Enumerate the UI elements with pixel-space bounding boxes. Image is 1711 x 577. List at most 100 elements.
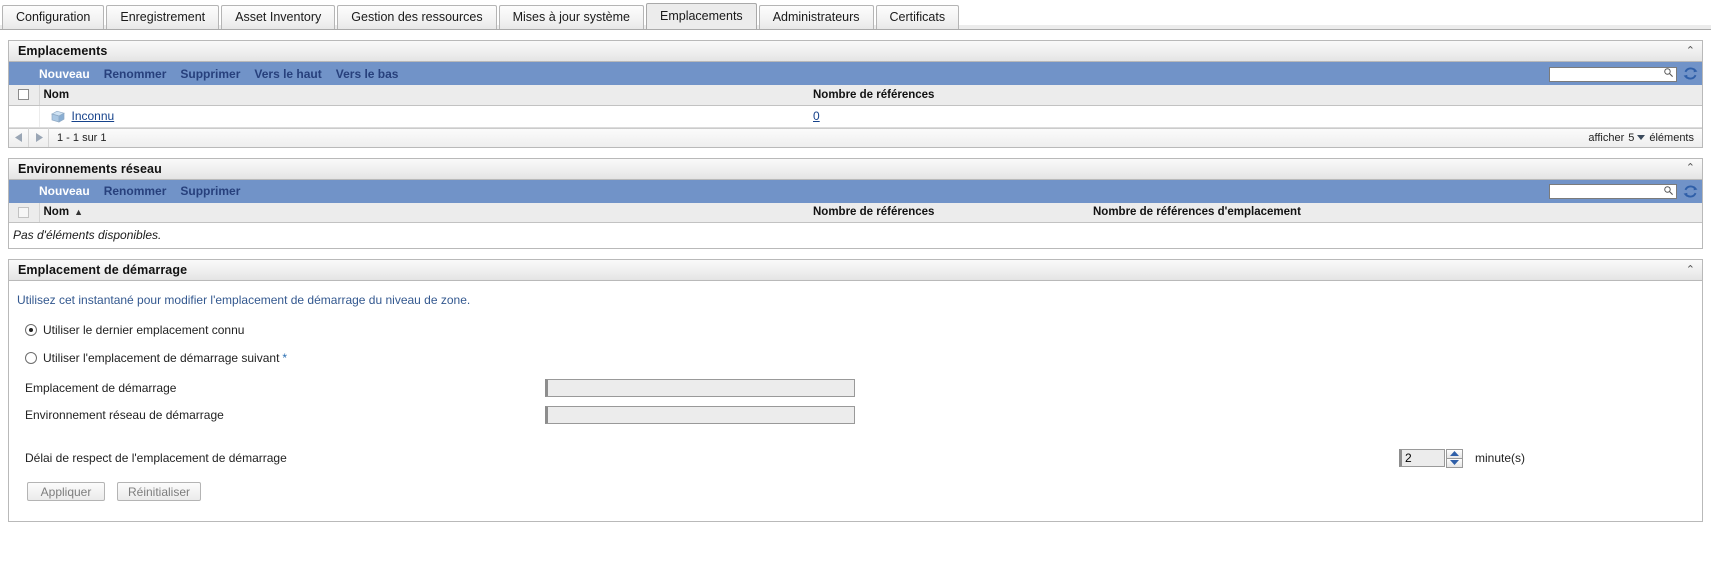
environnements-col-nombre-references[interactable]: Nombre de références xyxy=(809,202,1089,223)
environnements-toolbar-right xyxy=(1549,180,1698,203)
radio-following-label: Utiliser l'emplacement de démarrage suiv… xyxy=(43,351,280,365)
sort-asc-icon: ▲ xyxy=(74,207,83,218)
field-row-startup-network: Environnement réseau de démarrage xyxy=(9,406,1702,424)
demarrage-body: Utilisez cet instantané pour modifier l'… xyxy=(9,281,1702,521)
emplacements-vers-le-bas-button[interactable]: Vers le bas xyxy=(336,67,399,81)
emplacements-search-input[interactable] xyxy=(1549,66,1677,82)
panel-emplacements: Emplacements ⌃ Nouveau Renommer Supprime… xyxy=(8,40,1703,148)
delay-spinner: minute(s) xyxy=(1399,448,1526,468)
environnements-supprimer-button[interactable]: Supprimer xyxy=(180,184,240,198)
emplacements-table: Nom Nombre de références Inconnu 0 xyxy=(9,85,1702,128)
environnements-table-head: Nom ▲ Nombre de références Nombre de réfé… xyxy=(9,202,1702,223)
emplacements-col-nom[interactable]: Nom xyxy=(39,85,809,106)
field-row-startup-location: Emplacement de démarrage xyxy=(9,379,1702,397)
radio-row-last-known[interactable]: Utiliser le dernier emplacement connu xyxy=(9,323,1702,337)
tab-asset-inventory[interactable]: Asset Inventory xyxy=(221,5,336,29)
row-refcount-cell: 0 xyxy=(809,105,1702,128)
label-startup-network: Environnement réseau de démarrage xyxy=(25,408,224,422)
emplacements-toolbar: Nouveau Renommer Supprimer Vers le haut … xyxy=(9,62,1702,85)
radio-following[interactable] xyxy=(25,352,37,364)
environnements-table: Nom ▲ Nombre de références Nombre de réfé… xyxy=(9,202,1702,223)
panel-emplacement-de-demarrage: Emplacement de démarrage ⌃ Utilisez cet … xyxy=(8,259,1703,522)
emplacements-vers-le-haut-button[interactable]: Vers le haut xyxy=(254,67,321,81)
chevron-up-icon[interactable]: ⌃ xyxy=(1686,264,1695,276)
spinner-down-icon[interactable] xyxy=(1446,458,1463,468)
environnements-col-nom-label: Nom xyxy=(43,206,70,219)
panel-demarrage-title: Emplacement de démarrage xyxy=(18,263,188,277)
refresh-icon[interactable] xyxy=(1683,184,1698,199)
demarrage-hint: Utilisez cet instantané pour modifier l'… xyxy=(17,293,471,307)
panel-emplacements-header: Emplacements ⌃ xyxy=(9,41,1702,62)
emplacements-col-nombre-references[interactable]: Nombre de références xyxy=(809,85,1702,106)
emplacements-nouveau-button[interactable]: Nouveau xyxy=(39,67,90,81)
environnements-search-input[interactable] xyxy=(1549,184,1677,199)
radio-last-known[interactable] xyxy=(25,324,37,336)
environnements-col-nombre-references-emplacement[interactable]: Nombre de références d'emplacement xyxy=(1089,202,1702,223)
panel-environnements-header: Environnements réseau ⌃ xyxy=(9,158,1702,180)
environnements-nouveau-button[interactable]: Nouveau xyxy=(39,184,90,198)
demarrage-button-bar: Appliquer Réinitialiser xyxy=(9,465,1702,511)
refresh-icon[interactable] xyxy=(1683,66,1698,81)
label-delay: Délai de respect de l'emplacement de dém… xyxy=(25,451,287,465)
row-name-cell: Inconnu xyxy=(39,105,809,128)
panel-demarrage-header: Emplacement de démarrage ⌃ xyxy=(9,260,1702,281)
pager-left: 1 - 1 sur 1 xyxy=(9,128,115,147)
apply-button[interactable]: Appliquer xyxy=(27,482,105,501)
spinner-buttons xyxy=(1446,448,1463,468)
reset-button[interactable]: Réinitialiser xyxy=(117,482,202,501)
emplacements-renommer-button[interactable]: Renommer xyxy=(104,67,167,81)
label-startup-location: Emplacement de démarrage xyxy=(25,381,177,395)
input-delay-minutes[interactable] xyxy=(1399,449,1445,467)
pager-items-label: éléments xyxy=(1649,131,1694,144)
delay-row: Délai de respect de l'emplacement de dém… xyxy=(9,433,1702,468)
tab-gestion-des-ressources[interactable]: Gestion des ressources xyxy=(337,5,497,29)
tab-administrateurs[interactable]: Administrateurs xyxy=(758,5,874,29)
label-delay-unit: minute(s) xyxy=(1475,451,1526,465)
pager-show-label: afficher xyxy=(1588,131,1625,144)
input-startup-network[interactable] xyxy=(545,406,855,424)
radio-row-following[interactable]: Utiliser l'emplacement de démarrage suiv… xyxy=(9,351,1702,365)
pager-right: afficher 5 éléments xyxy=(1588,132,1702,144)
spinner-up-icon[interactable] xyxy=(1446,448,1463,459)
tab-certificats[interactable]: Certificats xyxy=(875,5,960,29)
chevron-down-icon xyxy=(1637,135,1646,140)
tab-mises-a-jour-systeme[interactable]: Mises à jour système xyxy=(498,5,644,29)
row-select-cell xyxy=(9,105,40,128)
required-marker: * xyxy=(282,351,288,365)
environnements-select-all-cell xyxy=(9,202,40,223)
chevron-up-icon[interactable]: ⌃ xyxy=(1686,163,1695,174)
page-size-select[interactable]: 5 xyxy=(1628,131,1646,144)
page-content: Emplacements ⌃ Nouveau Renommer Supprime… xyxy=(0,40,1711,522)
tab-enregistrement[interactable]: Enregistrement xyxy=(106,5,220,29)
environnements-search-wrap xyxy=(1549,184,1677,199)
environnements-empty-message: Pas d'éléments disponibles. xyxy=(9,223,1702,248)
select-all-checkbox[interactable] xyxy=(18,206,29,218)
pager-range-label: 1 - 1 sur 1 xyxy=(57,131,107,144)
emplacements-pager: 1 - 1 sur 1 afficher 5 éléments xyxy=(9,127,1702,147)
environnements-toolbar: Nouveau Renommer Supprimer xyxy=(9,179,1702,203)
emplacements-supprimer-button[interactable]: Supprimer xyxy=(180,67,240,81)
pager-next-icon[interactable] xyxy=(29,128,49,147)
tab-emplacements[interactable]: Emplacements xyxy=(646,3,757,29)
location-link-inconnu[interactable]: Inconnu xyxy=(72,109,115,123)
tab-configuration[interactable]: Configuration xyxy=(2,5,105,29)
refcount-link[interactable]: 0 xyxy=(813,109,820,123)
radio-last-known-label: Utiliser le dernier emplacement connu xyxy=(43,323,245,337)
environnements-renommer-button[interactable]: Renommer xyxy=(104,184,167,198)
select-all-checkbox[interactable] xyxy=(18,89,29,101)
table-row[interactable]: Inconnu 0 xyxy=(9,105,1702,128)
emplacements-search-wrap xyxy=(1549,66,1677,82)
chevron-up-icon[interactable]: ⌃ xyxy=(1686,45,1695,57)
environnements-col-nom[interactable]: Nom ▲ xyxy=(39,202,809,223)
pager-prev-icon[interactable] xyxy=(9,128,29,147)
panel-environnements-title: Environnements réseau xyxy=(18,161,162,176)
row-name-wrap: Inconnu xyxy=(44,109,806,123)
page-size-value: 5 xyxy=(1628,131,1635,144)
emplacements-table-body: Inconnu 0 xyxy=(9,105,1702,128)
panel-environnements-reseau: Environnements réseau ⌃ Nouveau Renommer… xyxy=(8,157,1703,249)
input-startup-location[interactable] xyxy=(545,379,855,397)
location-box-icon xyxy=(50,110,65,123)
environnements-header-row: Nom ▲ Nombre de références Nombre de réfé… xyxy=(9,202,1702,223)
emplacements-toolbar-right xyxy=(1549,62,1698,85)
main-tab-bar: Configuration Enregistrement Asset Inven… xyxy=(0,0,1711,30)
